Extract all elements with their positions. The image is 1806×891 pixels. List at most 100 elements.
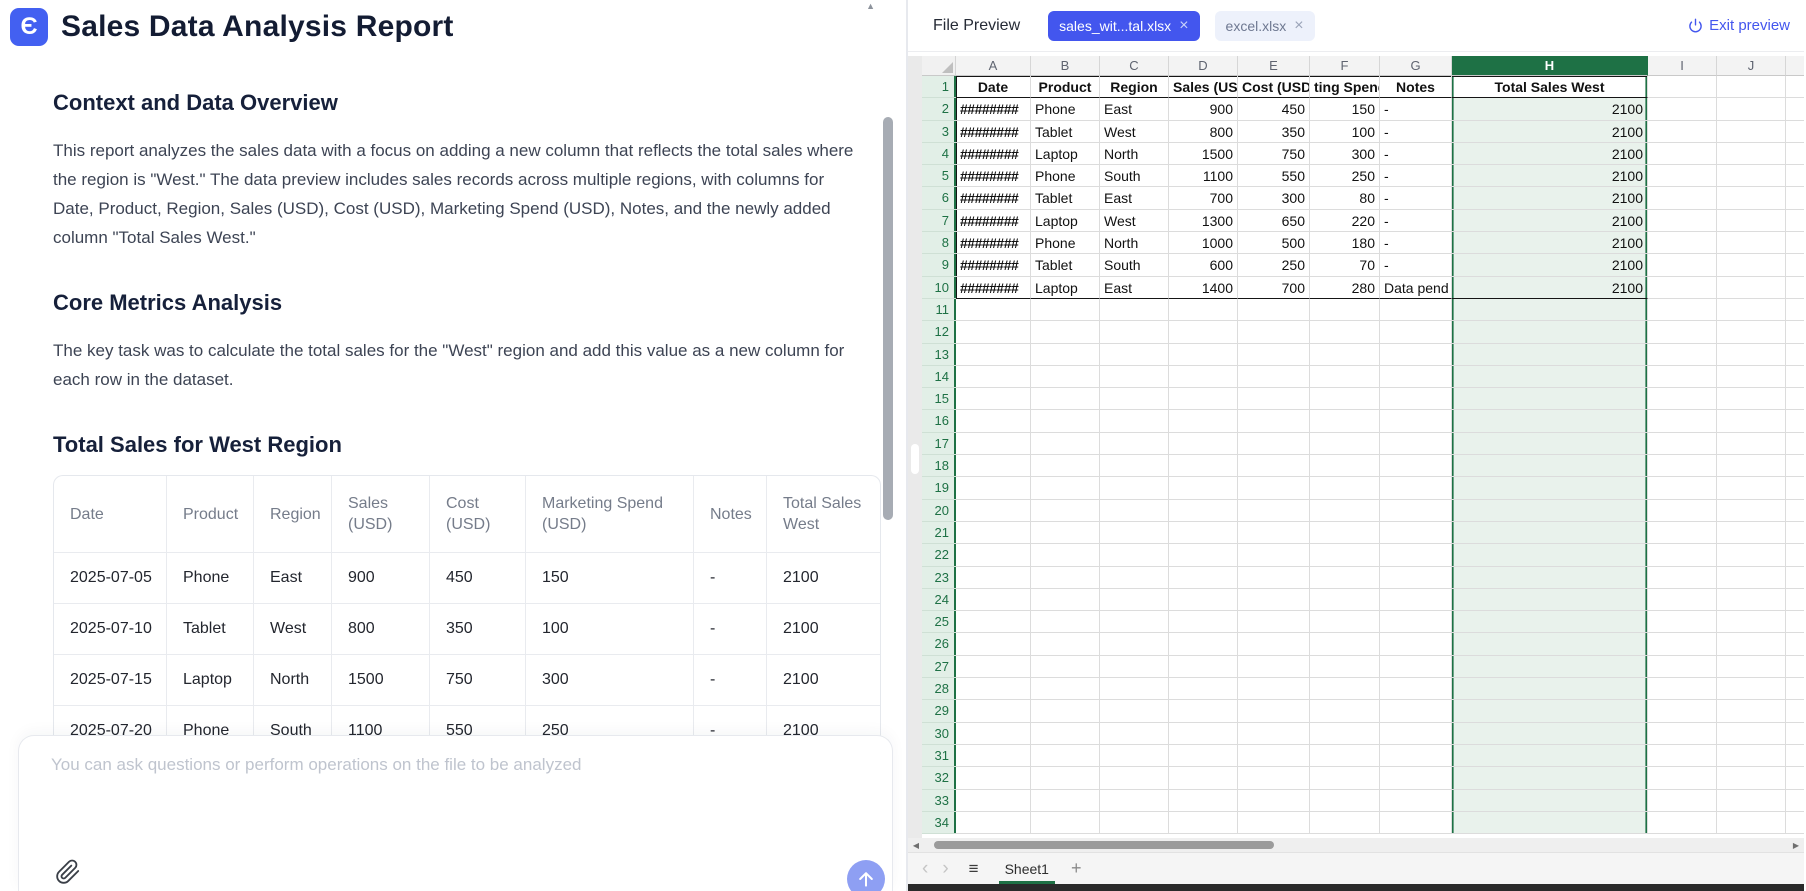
row-header-23[interactable]: 23 bbox=[922, 567, 956, 589]
close-icon[interactable]: × bbox=[1294, 18, 1303, 34]
sheet-cell-partial[interactable] bbox=[1786, 522, 1804, 544]
sheet-cell-i26[interactable] bbox=[1648, 633, 1717, 655]
sheet-cell-partial[interactable] bbox=[1786, 344, 1804, 366]
sheet-cell-f12[interactable] bbox=[1310, 321, 1380, 343]
sheet-cell-h24[interactable] bbox=[1452, 589, 1648, 611]
sheet-cell-h2[interactable]: 2100 bbox=[1452, 98, 1648, 120]
sheet-cell-i3[interactable] bbox=[1648, 121, 1717, 143]
sheet-cell-d24[interactable] bbox=[1169, 589, 1238, 611]
sheet-cell-partial[interactable] bbox=[1786, 656, 1804, 678]
sheet-cell-i28[interactable] bbox=[1648, 678, 1717, 700]
sheet-cell-a23[interactable] bbox=[956, 567, 1031, 589]
sheet-cell-e18[interactable] bbox=[1238, 455, 1310, 477]
sheet-cell-j25[interactable] bbox=[1717, 611, 1786, 633]
sheet-cell-i34[interactable] bbox=[1648, 812, 1717, 834]
sheet-cell-f21[interactable] bbox=[1310, 522, 1380, 544]
sheet-cell-a34[interactable] bbox=[956, 812, 1031, 834]
sheet-cell-d3[interactable]: 800 bbox=[1169, 121, 1238, 143]
sheet-cell-d17[interactable] bbox=[1169, 433, 1238, 455]
sheet-cell-d4[interactable]: 1500 bbox=[1169, 143, 1238, 165]
sheet-cell-c25[interactable] bbox=[1100, 611, 1169, 633]
scroll-left-icon[interactable]: ◀ bbox=[908, 841, 924, 850]
sheet-cell-j9[interactable] bbox=[1717, 254, 1786, 276]
sheet-cell-c14[interactable] bbox=[1100, 366, 1169, 388]
sheet-cell-f8[interactable]: 180 bbox=[1310, 232, 1380, 254]
sheet-cell-partial[interactable] bbox=[1786, 544, 1804, 566]
row-header-8[interactable]: 8 bbox=[922, 232, 956, 254]
sheet-cell-a22[interactable] bbox=[956, 544, 1031, 566]
sheet-cell-h17[interactable] bbox=[1452, 433, 1648, 455]
sheet-cell-b19[interactable] bbox=[1031, 477, 1100, 499]
sheet-cell-j14[interactable] bbox=[1717, 366, 1786, 388]
sheet-cell-e29[interactable] bbox=[1238, 700, 1310, 722]
sheet-cell-j23[interactable] bbox=[1717, 567, 1786, 589]
sheet-cell-j21[interactable] bbox=[1717, 522, 1786, 544]
column-header-h[interactable]: H bbox=[1452, 56, 1648, 76]
sheet-cell-d28[interactable] bbox=[1169, 678, 1238, 700]
sheet-cell-d21[interactable] bbox=[1169, 522, 1238, 544]
sheet-cell-a32[interactable] bbox=[956, 767, 1031, 789]
sheet-cell-j31[interactable] bbox=[1717, 745, 1786, 767]
sheet-cell-f19[interactable] bbox=[1310, 477, 1380, 499]
row-header-20[interactable]: 20 bbox=[922, 500, 956, 522]
row-header-10[interactable]: 10 bbox=[922, 277, 956, 299]
sheet-cell-c18[interactable] bbox=[1100, 455, 1169, 477]
sheet-cell-partial[interactable] bbox=[1786, 745, 1804, 767]
sheet-cell-b20[interactable] bbox=[1031, 500, 1100, 522]
sheet-cell-a25[interactable] bbox=[956, 611, 1031, 633]
sheet-cell-a20[interactable] bbox=[956, 500, 1031, 522]
sheet-cell-b31[interactable] bbox=[1031, 745, 1100, 767]
sheet-cell-b32[interactable] bbox=[1031, 767, 1100, 789]
sheet-cell-c16[interactable] bbox=[1100, 410, 1169, 432]
sheet-cell-a3[interactable]: ######## bbox=[956, 121, 1031, 143]
sheet-cell-g30[interactable] bbox=[1380, 723, 1452, 745]
sheet-cell-f10[interactable]: 280 bbox=[1310, 277, 1380, 299]
sheet-cell-a13[interactable] bbox=[956, 344, 1031, 366]
sheet-cell-partial[interactable] bbox=[1786, 299, 1804, 321]
sheet-cell-g6[interactable]: - bbox=[1380, 187, 1452, 209]
sheet-cell-e26[interactable] bbox=[1238, 633, 1310, 655]
sheet-cell-h6[interactable]: 2100 bbox=[1452, 187, 1648, 209]
sheet-cell-f24[interactable] bbox=[1310, 589, 1380, 611]
sheet-cell-g1[interactable]: Notes bbox=[1380, 76, 1452, 98]
sheet-cell-g26[interactable] bbox=[1380, 633, 1452, 655]
sheet-cell-partial[interactable] bbox=[1786, 767, 1804, 789]
sheet-cell-f14[interactable] bbox=[1310, 366, 1380, 388]
sheet-cell-c1[interactable]: Region bbox=[1100, 76, 1169, 98]
sheet-cell-i10[interactable] bbox=[1648, 277, 1717, 299]
sheet-cell-f2[interactable]: 150 bbox=[1310, 98, 1380, 120]
sheet-cell-partial[interactable] bbox=[1786, 277, 1804, 299]
sheet-cell-f25[interactable] bbox=[1310, 611, 1380, 633]
sheet-cell-b15[interactable] bbox=[1031, 388, 1100, 410]
sheet-cell-e30[interactable] bbox=[1238, 723, 1310, 745]
row-header-30[interactable]: 30 bbox=[922, 723, 956, 745]
sheet-cell-a15[interactable] bbox=[956, 388, 1031, 410]
sheet-cell-g33[interactable] bbox=[1380, 790, 1452, 812]
sheet-cell-h27[interactable] bbox=[1452, 656, 1648, 678]
sheet-cell-j19[interactable] bbox=[1717, 477, 1786, 499]
sheet-cell-g9[interactable]: - bbox=[1380, 254, 1452, 276]
sheet-cell-e32[interactable] bbox=[1238, 767, 1310, 789]
sheet-cell-f22[interactable] bbox=[1310, 544, 1380, 566]
sheet-cell-b28[interactable] bbox=[1031, 678, 1100, 700]
sheet-cell-i22[interactable] bbox=[1648, 544, 1717, 566]
sheet-cell-f5[interactable]: 250 bbox=[1310, 165, 1380, 187]
row-header-13[interactable]: 13 bbox=[922, 344, 956, 366]
sheet-cell-a6[interactable]: ######## bbox=[956, 187, 1031, 209]
sheet-cell-b27[interactable] bbox=[1031, 656, 1100, 678]
sheet-cell-j32[interactable] bbox=[1717, 767, 1786, 789]
sheet-cell-e34[interactable] bbox=[1238, 812, 1310, 834]
sheet-cell-b23[interactable] bbox=[1031, 567, 1100, 589]
attach-file-button[interactable] bbox=[53, 858, 83, 888]
sheet-cell-c6[interactable]: East bbox=[1100, 187, 1169, 209]
sheet-cell-j10[interactable] bbox=[1717, 277, 1786, 299]
sheet-cell-i29[interactable] bbox=[1648, 700, 1717, 722]
sheet-cell-i17[interactable] bbox=[1648, 433, 1717, 455]
column-header-d[interactable]: D bbox=[1169, 56, 1238, 76]
sheet-cell-i9[interactable] bbox=[1648, 254, 1717, 276]
sheet-cell-d15[interactable] bbox=[1169, 388, 1238, 410]
sheet-cell-d30[interactable] bbox=[1169, 723, 1238, 745]
row-header-2[interactable]: 2 bbox=[922, 98, 956, 120]
sheet-cell-b6[interactable]: Tablet bbox=[1031, 187, 1100, 209]
sheet-cell-a29[interactable] bbox=[956, 700, 1031, 722]
